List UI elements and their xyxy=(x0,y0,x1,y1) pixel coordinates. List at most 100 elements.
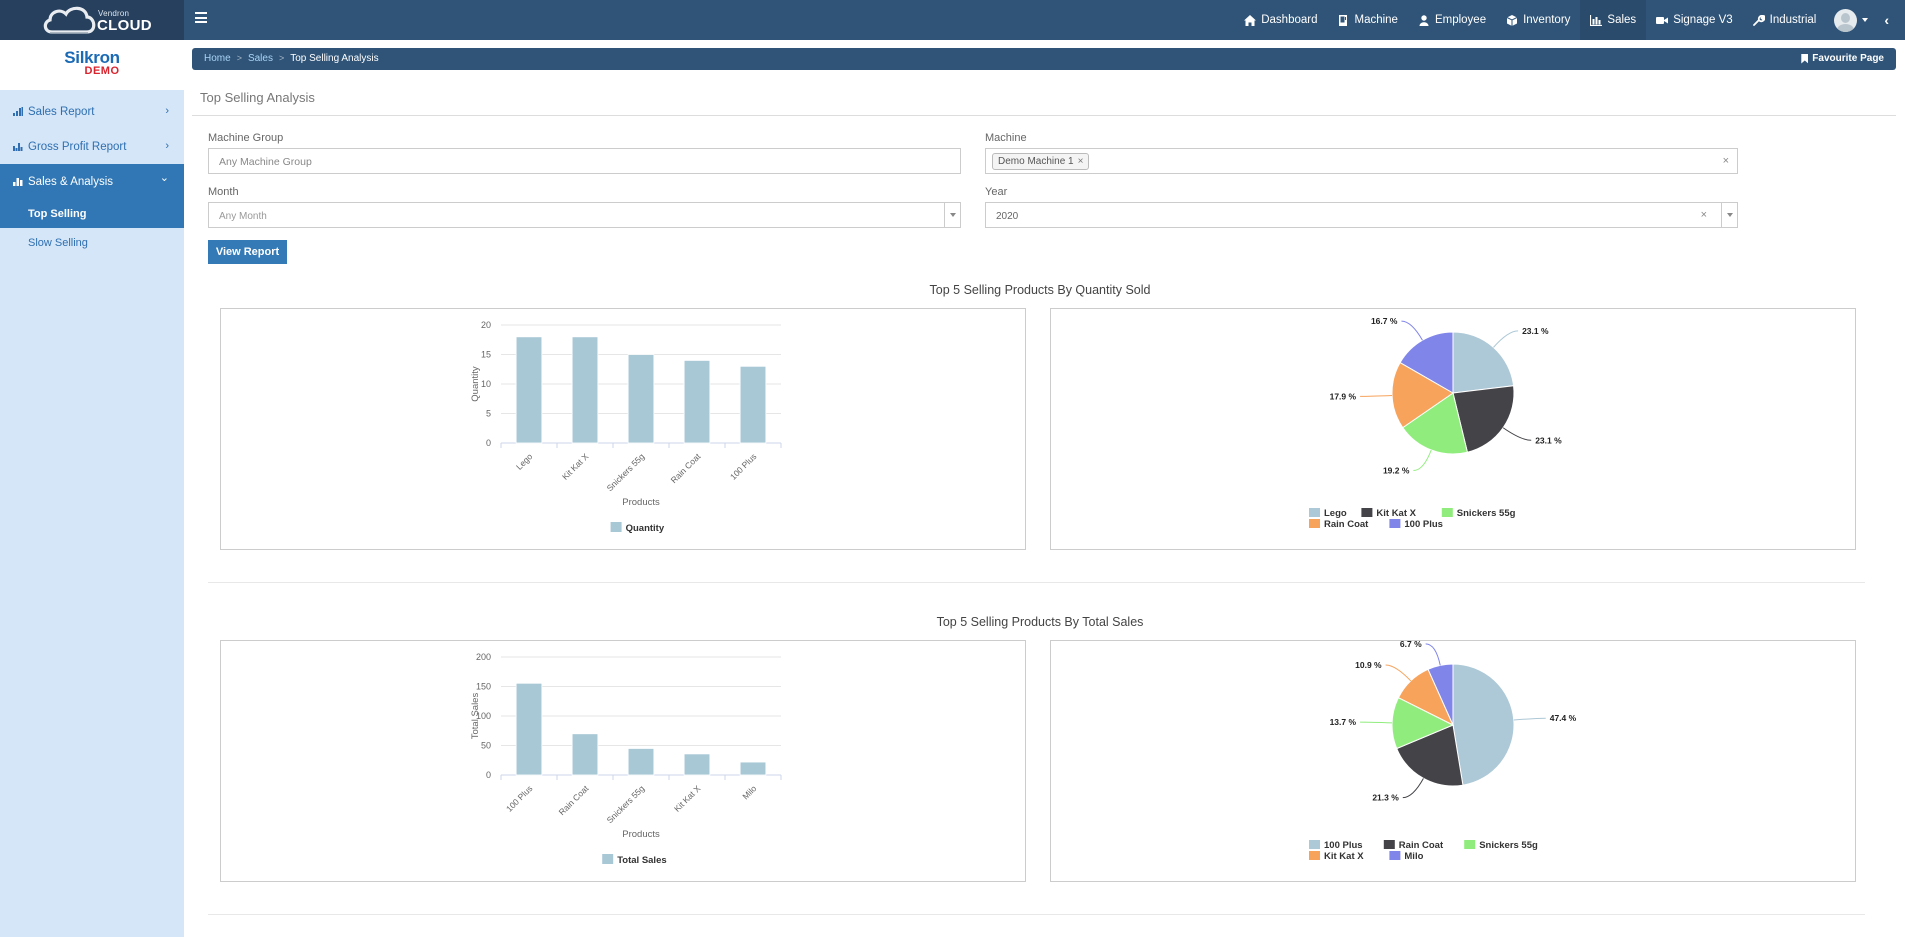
sidebar-subitem-top-selling[interactable]: Top Selling xyxy=(0,199,184,228)
legend-label: Kit Kat X xyxy=(1376,508,1416,519)
remove-tag-icon[interactable]: × xyxy=(1078,156,1084,167)
clear-year-icon[interactable]: × xyxy=(1701,209,1707,221)
legend-label: Snickers 55g xyxy=(1479,840,1538,851)
video-camera-icon xyxy=(1656,16,1669,24)
main-nav: Dashboard Machine Employee Inventory Sal… xyxy=(1234,0,1905,40)
y-tick-label: 200 xyxy=(476,652,491,662)
sidebar-item-sales-report[interactable]: Sales Report › xyxy=(0,94,184,129)
sidebar-item-label: Gross Profit Report xyxy=(28,140,127,153)
view-report-button[interactable]: View Report xyxy=(208,240,287,264)
top-navbar: Vendron CLOUD Dashboard Machine Employee… xyxy=(0,0,1905,40)
selected-machine-tag: Demo Machine 1 × xyxy=(992,153,1090,170)
pie-connector xyxy=(1493,330,1519,348)
favourite-page-button[interactable]: Favourite Page xyxy=(1801,53,1884,64)
machine-group-select[interactable]: Any Machine Group xyxy=(208,148,961,174)
chart-panel-sales-bar: 0 50 100 150 200 100 Plus Rain Coat Snickers 55… xyxy=(220,640,1026,882)
signal-bars-icon xyxy=(13,107,23,116)
quantity-pie-chart: 23.1 % 23.1 % 19.2 % 17.9 % 16.7 % Lego Kit Ka… xyxy=(1309,316,1562,530)
pie-data-label: 13.7 % xyxy=(1330,717,1357,727)
quantity-bar-chart: 0 5 10 15 20 Lego Kit Kat X Snickers 55g Rain Co… xyxy=(470,320,782,534)
pie-data-label: 17.9 % xyxy=(1330,391,1357,401)
divider xyxy=(192,115,1896,116)
nav-inventory[interactable]: Inventory xyxy=(1496,0,1580,40)
month-label: Month xyxy=(208,186,239,198)
nav-label: Sales xyxy=(1607,14,1637,26)
clear-machine-icon[interactable]: × xyxy=(1723,155,1729,167)
user-icon xyxy=(1419,14,1429,26)
legend-label: 100 Plus xyxy=(1404,519,1443,530)
bar-chart-icon xyxy=(1590,14,1603,26)
nav-label: Industrial xyxy=(1769,14,1817,26)
nav-industrial[interactable]: Industrial xyxy=(1743,0,1827,40)
machine-group-label: Machine Group xyxy=(208,132,284,144)
breadcrumb-home[interactable]: Home xyxy=(204,53,231,64)
sidebar-item-sales-analysis[interactable]: Sales & Analysis ⌄ xyxy=(0,164,184,199)
legend-swatch xyxy=(1389,851,1401,860)
machine-select[interactable]: Demo Machine 1 × × xyxy=(985,148,1738,174)
tag-label: Demo Machine 1 xyxy=(998,156,1074,167)
bar xyxy=(571,733,599,776)
legend-swatch xyxy=(1441,508,1453,517)
pie-connector xyxy=(1402,778,1424,799)
legend-label: Rain Coat xyxy=(1399,840,1444,851)
pie-connector xyxy=(1360,394,1393,397)
year-label: Year xyxy=(985,186,1008,198)
y-tick-label: 0 xyxy=(486,770,491,780)
chart-panel-quantity-bar: 0 5 10 15 20 Lego Kit Kat X Snickers 55g Rain Co… xyxy=(220,308,1026,550)
nav-sales[interactable]: Sales xyxy=(1580,0,1647,40)
pie-connector xyxy=(1425,643,1441,666)
grouped-bars-icon xyxy=(13,143,23,151)
favourite-label: Favourite Page xyxy=(1812,53,1884,64)
brand-logo: Silkron DEMO xyxy=(0,40,184,90)
pie-data-label: 23.1 % xyxy=(1522,326,1549,336)
nav-label: Employee xyxy=(1434,14,1487,26)
year-select[interactable]: 2020 × xyxy=(985,202,1738,228)
x-tick-label: Milo xyxy=(740,783,758,801)
home-icon xyxy=(1244,14,1257,26)
wrench-icon xyxy=(1752,14,1765,26)
section-divider xyxy=(208,914,1865,915)
month-select[interactable]: Any Month xyxy=(208,202,961,228)
pie-data-label: 16.7 % xyxy=(1371,316,1398,326)
bar xyxy=(739,761,767,776)
sales-bar-chart: 050100150200100 Plus Rain Coat Snickers 55… xyxy=(470,652,782,866)
year-value: 2020 xyxy=(996,211,1019,222)
menu-toggle-icon[interactable] xyxy=(195,12,207,26)
breadcrumb-sales[interactable]: Sales xyxy=(248,53,273,64)
legend: Quantity xyxy=(610,522,665,534)
bar xyxy=(515,682,543,776)
machine-group-placeholder: Any Machine Group xyxy=(219,156,312,168)
section-title-quantity: Top 5 Selling Products By Quantity Sold xyxy=(929,283,1151,297)
chevron-down-icon: ⌄ xyxy=(159,172,169,184)
pie-connector xyxy=(1502,427,1532,441)
machine-label: Machine xyxy=(985,132,1027,144)
chart-panel-quantity-pie: 23.1 % 23.1 % 19.2 % 17.9 % 16.7 % Lego Kit Ka… xyxy=(1050,308,1856,550)
legend-label: Quantity xyxy=(626,523,665,534)
pie-slice xyxy=(1452,663,1515,786)
nav-dashboard[interactable]: Dashboard xyxy=(1234,0,1327,40)
nav-signage-v3[interactable]: Signage V3 xyxy=(1646,0,1742,40)
sidebar-item-gross-profit-report[interactable]: Gross Profit Report › xyxy=(0,129,184,164)
sidebar-item-label: Sales & Analysis xyxy=(28,175,114,188)
y-tick-label: 20 xyxy=(481,320,491,330)
user-menu[interactable] xyxy=(1826,0,1874,40)
sidebar-subitem-slow-selling[interactable]: Slow Selling xyxy=(0,228,184,257)
sidebar-item-label: Sales Report xyxy=(28,105,95,118)
collapse-panel-icon[interactable]: ‹ xyxy=(1874,12,1905,28)
legend-swatch xyxy=(602,854,614,864)
legend-swatch xyxy=(1464,840,1476,849)
legend-label: Milo xyxy=(1404,851,1423,862)
nav-employee[interactable]: Employee xyxy=(1408,0,1496,40)
vendron-cloud-logo[interactable]: Vendron CLOUD xyxy=(0,0,184,40)
pie-data-label: 23.1 % xyxy=(1535,435,1562,445)
x-tick-label: Rain Coat xyxy=(669,451,703,485)
nav-label: Dashboard xyxy=(1261,14,1318,26)
nav-machine[interactable]: Machine xyxy=(1327,0,1407,40)
page-title: Top Selling Analysis xyxy=(200,90,315,105)
dropdown-arrow-icon[interactable] xyxy=(944,203,960,227)
dropdown-arrow-icon[interactable] xyxy=(1721,203,1737,227)
bar xyxy=(683,753,711,776)
x-tick-label: Kit Kat X xyxy=(672,783,703,814)
x-tick-label: Lego xyxy=(514,451,535,472)
legend: 100 Plus Rain Coat Snickers 55g Kit Kat X Mi… xyxy=(1309,840,1538,862)
